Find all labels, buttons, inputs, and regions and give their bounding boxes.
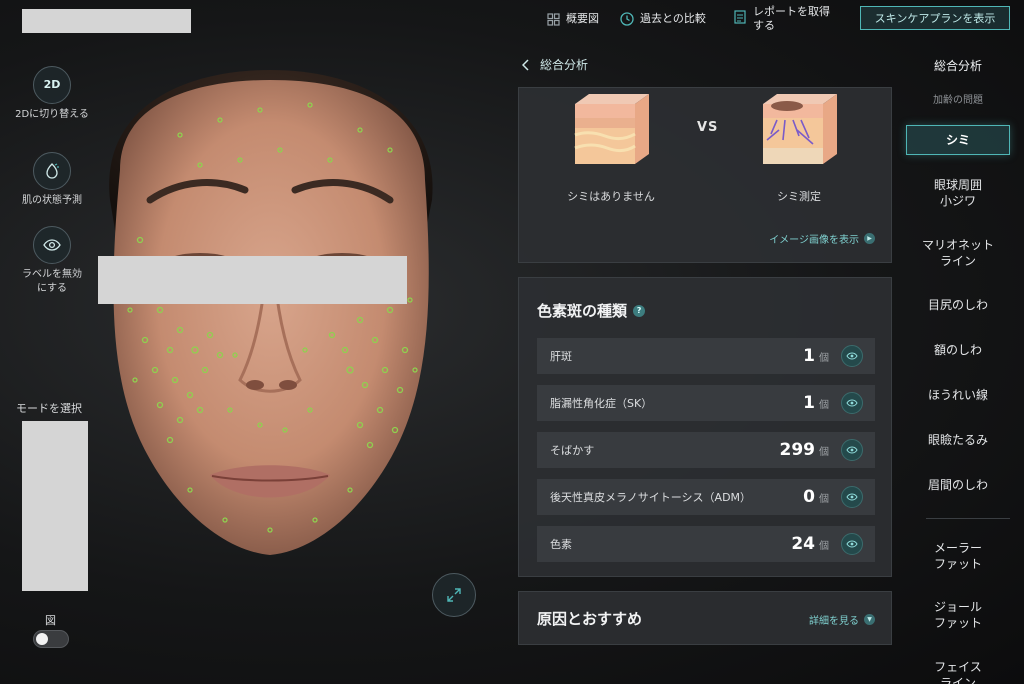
pigment-count: 0 [803,487,815,507]
pigment-count: 1 [803,346,815,366]
overview-label: 概要図 [566,12,599,25]
analysis-title: 総合分析 [540,58,589,72]
pigment-types-card: 色素斑の種類 ? 肝斑 1 個 脂漏性角化症（SK） 1 個 そばかす 299 … [518,277,892,577]
view-image-link[interactable]: イメージ画像を表示 ▶ [769,231,875,246]
no-spots-caption: シミはありません [567,190,655,203]
nav-item-eyelid-sag[interactable]: 眼瞼たるみ [906,432,1010,448]
nav-item-glabella[interactable]: 眉間のしわ [906,477,1010,493]
compare-card: VS シミはありません シミ測定 イメージ画像を表示 ▶ [518,87,892,263]
spot-skin-illustration [763,94,837,164]
pigment-unit: 個 [819,399,829,411]
nav-item-crow-feet[interactable]: 目尻のしわ [906,297,1010,313]
eye-icon[interactable] [841,533,863,555]
redacted-eyes [98,256,407,304]
document-icon [733,10,747,24]
grid-icon [546,12,560,26]
pigment-name: そばかす [550,444,595,457]
pigment-row: 肝斑 1 個 [537,338,875,374]
nav-item-spots[interactable]: シミ [906,125,1010,155]
eye-icon[interactable] [841,439,863,461]
pigment-count: 299 [779,440,816,460]
eye-icon[interactable] [841,345,863,367]
pigment-unit: 個 [819,352,829,364]
view-image-label: イメージ画像を表示 [769,235,859,246]
expand-icon [447,588,461,602]
nav-header[interactable]: 総合分析 [906,58,1010,74]
spot-measure-caption: シミ測定 [777,190,821,203]
face-3d-view[interactable] [60,50,480,610]
eye-icon[interactable] [841,392,863,414]
figure-toggle-label: 図 [45,614,56,627]
cause-title: 原因とおすすめ [537,610,643,628]
get-report-label: レポートを取得する [753,5,830,32]
help-icon[interactable]: ? [633,304,646,317]
overview-button[interactable]: 概要図 [546,12,599,26]
compare-past-button[interactable]: 過去との比較 [620,12,706,26]
pigment-row: そばかす 299 個 [537,432,875,468]
normal-skin-illustration [574,94,649,164]
pigment-row: 脂漏性角化症（SK） 1 個 [537,385,875,421]
details-link[interactable]: 詳細を見る ▼ [809,612,875,627]
chevron-down-icon: ▼ [864,614,875,625]
pigment-count: 24 [791,534,815,554]
pigment-name: 色素 [550,538,572,551]
pigment-types-title-text: 色素斑の種類 [537,302,628,320]
switch-2d-badge: 2D [43,78,61,91]
nav-item-nasolabial[interactable]: ほうれい線 [906,387,1010,403]
nav-item-eye-wrinkles[interactable]: 眼球周囲 小ジワ [906,177,1010,209]
play-icon: ▶ [864,233,875,244]
eye-icon[interactable] [841,486,863,508]
pigment-name: 肝斑 [550,350,572,363]
nav-item-forehead[interactable]: 額のしわ [906,342,1010,358]
pigment-row: 色素 24 個 [537,526,875,562]
chevron-left-icon [522,58,529,71]
compare-past-label: 過去との比較 [640,12,706,25]
pigment-name: 脂漏性角化症（SK） [550,397,653,410]
nav-item-jowl-fat[interactable]: ジョール ファット [906,599,1010,631]
clock-icon [620,12,634,26]
redacted-header [22,9,191,33]
toggle-knob [36,633,48,645]
get-report-button[interactable]: レポートを取得する [733,5,833,33]
pigment-types-title: 色素斑の種類 ? [537,300,646,321]
nav-item-malar-fat[interactable]: メーラー ファット [906,540,1010,572]
nav-section-label: 加齢の問題 [933,95,983,106]
pigment-count: 1 [803,393,815,413]
pigment-unit: 個 [819,540,829,552]
pigment-unit: 個 [819,446,829,458]
pigment-unit: 個 [819,493,829,505]
figure-toggle[interactable] [33,630,69,648]
expand-button[interactable] [432,573,476,617]
details-label: 詳細を見る [809,616,859,627]
back-to-analysis[interactable]: 総合分析 [522,56,588,73]
nav-divider [926,518,1010,519]
vs-label: VS [697,120,719,135]
pigment-name: 後天性真皮メラノサイトーシス（ADM） [550,491,752,504]
pigment-row: 後天性真皮メラノサイトーシス（ADM） 0 個 [537,479,875,515]
skincare-plan-button[interactable]: スキンケアプランを表示 [860,6,1010,30]
nav-item-marionette[interactable]: マリオネット ライン [906,237,1010,269]
nav-item-face-line[interactable]: フェイス ライン [906,659,1010,684]
cause-card: 原因とおすすめ 詳細を見る ▼ [518,591,892,645]
